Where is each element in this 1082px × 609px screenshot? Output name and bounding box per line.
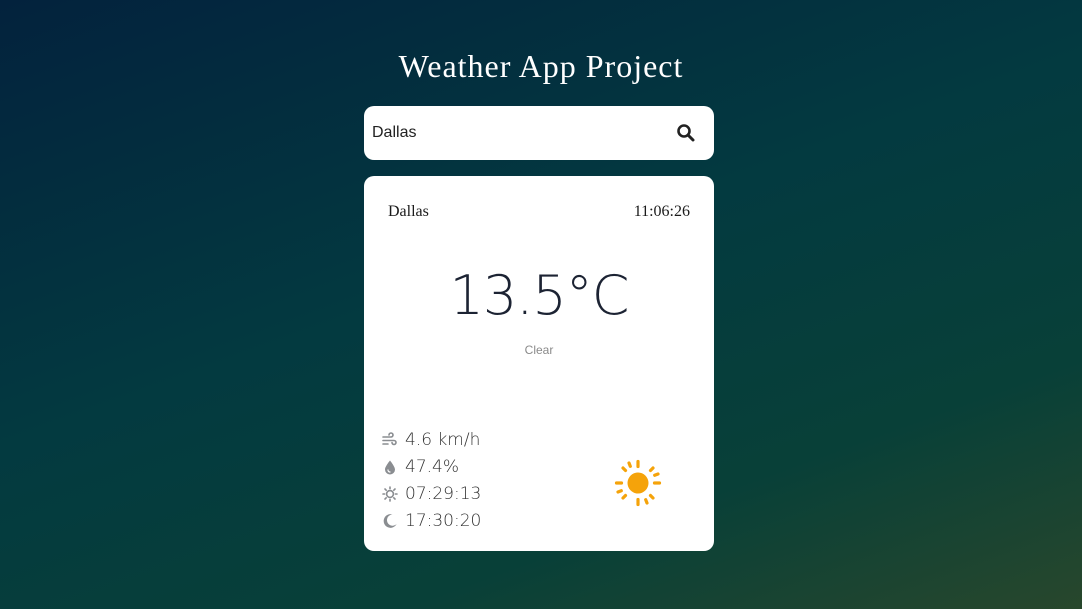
page-title: Weather App Project xyxy=(398,48,684,84)
sunrise-icon xyxy=(382,485,398,502)
city-name: Dallas xyxy=(388,203,429,220)
moon-icon xyxy=(382,513,398,529)
local-time: 11:06:26 xyxy=(633,203,690,220)
weather-condition: Clear xyxy=(524,343,554,357)
search-button[interactable] xyxy=(674,121,698,145)
humidity-value: 47.4% xyxy=(405,456,460,477)
sunset-row: 17:30:20 xyxy=(382,507,481,534)
weather-card: Dallas 11:06:26 13.5°C Clear 4.6 km/h 47… xyxy=(364,176,714,551)
wind-row: 4.6 km/h xyxy=(382,426,481,453)
sunrise-time: 07:29:13 xyxy=(405,483,482,504)
search-input[interactable] xyxy=(372,120,652,146)
wind-icon xyxy=(382,431,398,448)
sunrise-row: 07:29:13 xyxy=(382,480,481,507)
search-icon xyxy=(677,124,695,142)
sunset-time: 17:30:20 xyxy=(405,510,482,531)
wind-speed: 4.6 km/h xyxy=(405,429,481,450)
search-bar xyxy=(364,106,714,160)
sun-icon xyxy=(614,459,662,507)
droplet-icon xyxy=(382,459,398,475)
temperature: 13.5°C xyxy=(449,264,630,327)
humidity-row: 47.4% xyxy=(382,453,481,480)
weather-details: 4.6 km/h 47.4% 07:29:13 17:30:20 xyxy=(382,426,481,534)
